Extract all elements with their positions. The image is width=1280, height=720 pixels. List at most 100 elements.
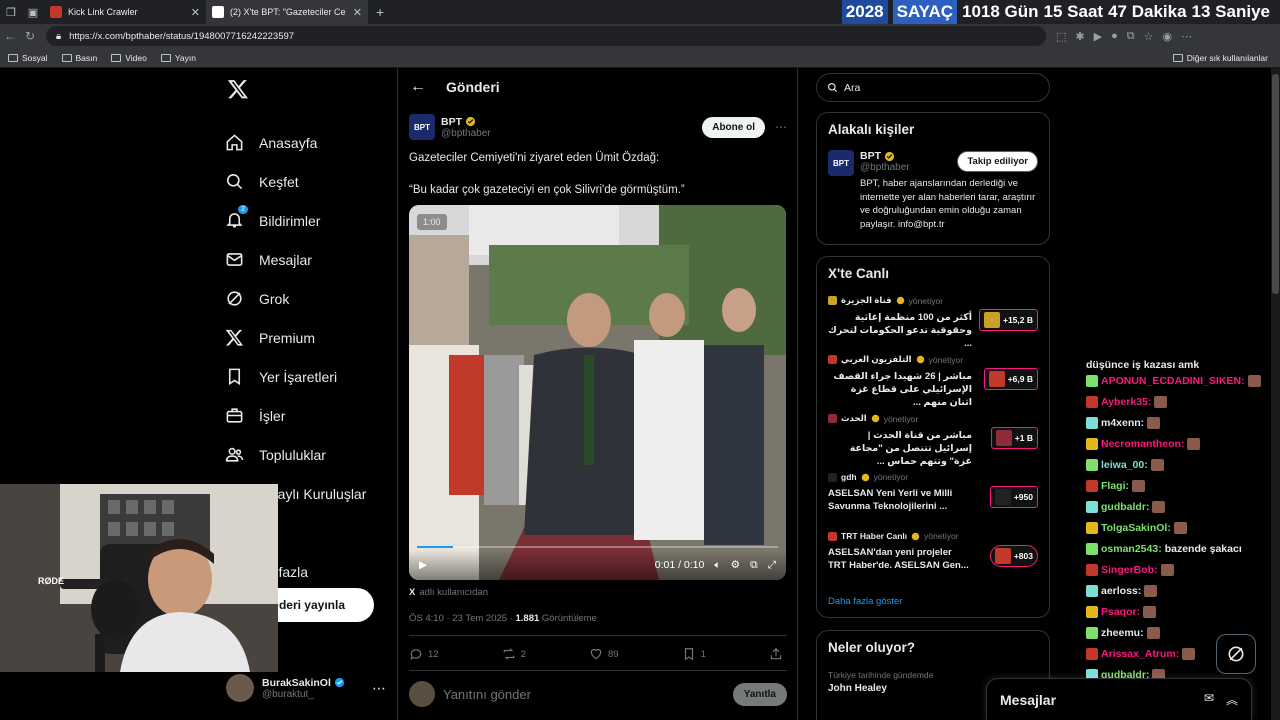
nav-messages[interactable]: Mesajlar bbox=[225, 240, 395, 279]
extension-icon[interactable]: ✱ bbox=[1075, 30, 1084, 43]
chat-username[interactable]: zheemu: bbox=[1101, 627, 1144, 639]
chat-badge-icon bbox=[1086, 584, 1098, 597]
chat-username[interactable]: Arissax_Atrum: bbox=[1101, 648, 1179, 660]
live-item[interactable]: قناة الجزيرة yönetiyor أكثر من 100 منظمة إ… bbox=[817, 293, 1049, 352]
new-message-icon[interactable]: ✉︎ bbox=[1204, 691, 1214, 708]
live-item[interactable]: TRT Haber Canlı yönetiyor ASELSAN'dan yeni… bbox=[817, 529, 1049, 588]
url-field[interactable]: 🔒︎ https://x.com/bpthaber/status/1948007… bbox=[46, 26, 1046, 46]
refresh-icon[interactable]: ↻ bbox=[20, 29, 40, 43]
show-more-link[interactable]: Daha fazla göster bbox=[828, 596, 902, 607]
bookmark-folder-video[interactable]: Video bbox=[111, 53, 147, 63]
avatar[interactable]: BPT bbox=[409, 114, 435, 140]
workspaces-icon[interactable]: ❐ bbox=[0, 0, 22, 24]
play-icon[interactable]: ▶ bbox=[419, 559, 427, 571]
menu-dots-icon[interactable]: ⋯ bbox=[1181, 30, 1192, 43]
video-progress-bar[interactable] bbox=[417, 546, 778, 548]
reply-input[interactable]: Yanıtını gönder bbox=[443, 687, 531, 702]
chat-username[interactable]: Necromantheon: bbox=[1101, 438, 1184, 450]
avatar[interactable]: BPT bbox=[828, 150, 854, 176]
video-player[interactable]: 1:00 ▶ 0:01 / 0:10 🔈︎ ⚙︎ ⧉ ⤢ bbox=[409, 205, 786, 580]
bell-icon-wrap: 2 bbox=[225, 204, 248, 232]
chat-message: Necromantheon: bbox=[1086, 433, 1280, 454]
chat-username[interactable]: Ayberk35: bbox=[1101, 396, 1151, 408]
tab-actions-icon[interactable]: ▣ bbox=[22, 0, 44, 24]
favorites-icon[interactable]: ☆ bbox=[1144, 30, 1154, 43]
live-listener-pill[interactable]: +15,2 B bbox=[978, 309, 1038, 331]
live-listener-pill[interactable]: +1 B bbox=[990, 427, 1038, 449]
bookmark-button[interactable]: 1 bbox=[682, 647, 706, 661]
settings-gear-icon[interactable]: ⚙︎ bbox=[731, 559, 740, 571]
extension-icon[interactable]: ⬚ bbox=[1056, 30, 1066, 43]
extension-icon[interactable]: ▶ bbox=[1094, 30, 1102, 43]
tab-x-bpt[interactable]: (2) X'te BPT: "Gazeteciler Ce ✕ bbox=[206, 0, 368, 24]
nav-grok[interactable]: Grok bbox=[225, 279, 395, 318]
tab-kick-link-crawler[interactable]: Kick Link Crawler ✕ bbox=[44, 0, 206, 24]
chevron-up-icon[interactable]: ︽ bbox=[1226, 691, 1238, 708]
chat-username[interactable]: osman2543: bbox=[1101, 543, 1162, 555]
chat-username[interactable]: aerloss: bbox=[1101, 585, 1141, 597]
search-input[interactable]: Ara bbox=[816, 73, 1050, 102]
fullscreen-icon[interactable]: ⤢ bbox=[768, 559, 776, 572]
more-dots-icon[interactable]: ⋯ bbox=[372, 680, 386, 697]
folder-icon bbox=[61, 53, 72, 62]
chat-username[interactable]: m4xenn: bbox=[1101, 417, 1144, 429]
chat-username[interactable]: gudbaldr: bbox=[1101, 501, 1149, 513]
chat-username[interactable]: APONUN_ECDADINI_SIKEN: bbox=[1101, 375, 1245, 387]
chat-username[interactable]: SingerBob: bbox=[1101, 564, 1158, 576]
repost-button[interactable]: 2 bbox=[502, 647, 526, 661]
chat-username[interactable]: TolgaSakinOl: bbox=[1101, 522, 1171, 534]
x-logo-icon[interactable] bbox=[227, 78, 249, 100]
other-favorites[interactable]: Diğer sık kullanılanlar bbox=[1172, 53, 1268, 63]
extension-icon[interactable]: ● bbox=[1111, 30, 1118, 43]
reply-button[interactable]: 12 bbox=[409, 647, 439, 661]
related-person[interactable]: BPT BPT @bpthaber Takip ediliyor BPT, ha… bbox=[817, 137, 1049, 231]
page-scrollbar[interactable] bbox=[1271, 68, 1280, 720]
nav-home[interactable]: Anasayfa bbox=[225, 123, 395, 162]
grok-floating-button[interactable] bbox=[1216, 634, 1256, 674]
new-tab-button[interactable]: + bbox=[368, 4, 392, 20]
live-listener-pill[interactable]: +950 bbox=[989, 486, 1038, 508]
scrollbar-thumb[interactable] bbox=[1272, 74, 1279, 294]
close-tab-icon[interactable]: ✕ bbox=[353, 6, 362, 19]
subscribe-button[interactable]: Abone ol bbox=[702, 116, 765, 138]
live-source-name: الحدث bbox=[841, 413, 867, 423]
volume-icon[interactable]: 🔈︎ bbox=[714, 559, 720, 572]
bookmark-folder-sosyal[interactable]: Sosyal bbox=[8, 53, 48, 63]
extensions-puzzle-icon[interactable]: ⧉ bbox=[1127, 30, 1135, 43]
pip-icon[interactable]: ⧉ bbox=[750, 559, 758, 572]
close-tab-icon[interactable]: ✕ bbox=[191, 6, 200, 19]
back-icon[interactable]: ← bbox=[0, 29, 20, 43]
following-button[interactable]: Takip ediliyor bbox=[957, 151, 1038, 172]
nav-label: Anasayfa bbox=[259, 134, 318, 151]
chat-username[interactable]: Psaqor: bbox=[1101, 606, 1140, 618]
live-count: +1 B bbox=[1014, 433, 1033, 443]
messages-dock[interactable]: Mesajlar ✉︎ ︽ bbox=[986, 678, 1252, 720]
nav-bookmarks[interactable]: Yer İşaretleri bbox=[225, 357, 395, 396]
nav-notifications[interactable]: 2 Bildirimler bbox=[225, 201, 395, 240]
author-info[interactable]: BPT @bpthaber bbox=[441, 116, 491, 139]
nav-premium[interactable]: Premium bbox=[225, 318, 395, 357]
chat-username[interactable]: düşünce iş kazası amk bbox=[1086, 360, 1199, 370]
live-listener-pill[interactable]: +803 bbox=[989, 545, 1038, 567]
profile-avatar-icon[interactable]: ◉ bbox=[1162, 30, 1172, 43]
share-button[interactable] bbox=[769, 647, 783, 661]
nav-explore[interactable]: Keşfet bbox=[225, 162, 395, 201]
more-dots-icon[interactable]: ⋯ bbox=[775, 120, 787, 134]
chat-username[interactable]: leiwa_00: bbox=[1101, 459, 1148, 471]
back-arrow-icon[interactable]: ← bbox=[410, 78, 426, 96]
bookmark-folder-basin[interactable]: Basın bbox=[61, 53, 97, 63]
nav-jobs[interactable]: İşler bbox=[225, 396, 395, 435]
live-listener-pill[interactable]: +6,9 B bbox=[983, 368, 1038, 390]
live-item[interactable]: التلفزيون العربي yönetiyor مباشر | 26 شهيد… bbox=[817, 352, 1049, 411]
bookmark-folder-yayin[interactable]: Yayın bbox=[160, 53, 196, 63]
tweet-timestamp[interactable]: ÖS 4:10 · 23 Tem 2025 · bbox=[409, 613, 516, 624]
live-item[interactable]: الحدث yönetiyor مباشر من قناة الحدث | إسرا… bbox=[817, 411, 1049, 470]
reply-submit-button[interactable]: Yanıtla bbox=[732, 682, 787, 706]
account-switcher[interactable]: BurakSakinOl @buraktut_ ⋯ bbox=[226, 670, 386, 706]
nav-label: Topluluklar bbox=[259, 446, 326, 463]
chat-emote-icon bbox=[1173, 521, 1187, 534]
nav-communities[interactable]: Topluluklar bbox=[225, 435, 395, 474]
like-button[interactable]: 89 bbox=[589, 647, 619, 661]
chat-username[interactable]: Flagi: bbox=[1101, 480, 1129, 492]
live-item[interactable]: gdh yönetiyor ASELSAN Yeni Yerli ve Milli … bbox=[817, 470, 1049, 529]
